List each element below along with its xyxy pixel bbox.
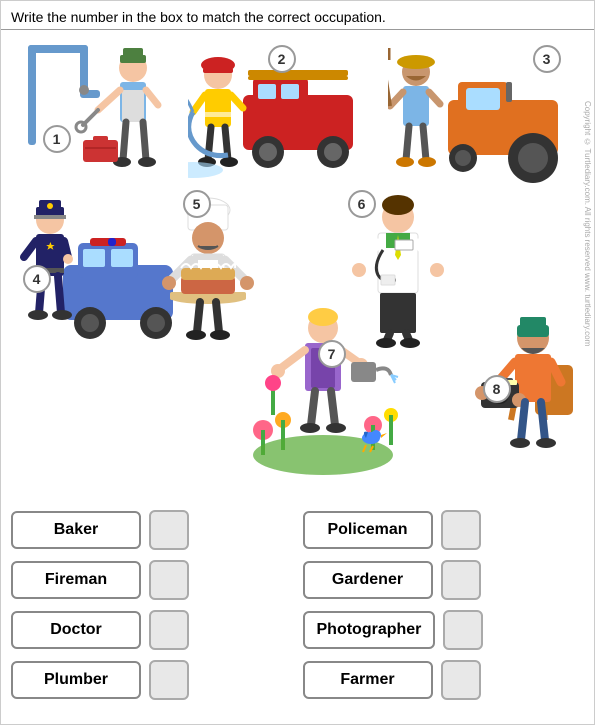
farmer-input[interactable] <box>441 660 481 700</box>
number-5: 5 <box>183 190 211 218</box>
figure-8: 8 <box>453 300 583 475</box>
answer-row-gardener: Gardener <box>303 560 585 600</box>
answer-row-baker: Baker <box>11 510 293 550</box>
watermark: Copyright © Turtlediary.com. All rights … <box>583 101 592 346</box>
plumber-label: Plumber <box>11 661 141 699</box>
answer-row-policeman: Policeman <box>303 510 585 550</box>
policeman-input[interactable] <box>441 510 481 550</box>
baker-label: Baker <box>11 511 141 549</box>
baker-input[interactable] <box>149 510 189 550</box>
answer-area: Baker Fireman Doctor Plumber Policeman <box>1 502 594 708</box>
figure-7: 7 <box>243 290 403 475</box>
answer-row-doctor: Doctor <box>11 610 293 650</box>
number-3: 3 <box>533 45 561 73</box>
number-2: 2 <box>268 45 296 73</box>
plumber-input[interactable] <box>149 660 189 700</box>
number-8: 8 <box>483 375 511 403</box>
photographer-label: Photographer <box>303 611 436 649</box>
number-7: 7 <box>318 340 346 368</box>
answer-row-fireman: Fireman <box>11 560 293 600</box>
photographer-input[interactable] <box>443 610 483 650</box>
answer-row-photographer: Photographer <box>303 610 585 650</box>
number-1: 1 <box>43 125 71 153</box>
figure-3: 3 <box>388 40 568 185</box>
illustration-area: 1 <box>13 30 583 500</box>
answer-row-plumber: Plumber <box>11 660 293 700</box>
fireman-label: Fireman <box>11 561 141 599</box>
fireman-input[interactable] <box>149 560 189 600</box>
instruction-text: Write the number in the box to match the… <box>1 1 594 30</box>
farmer-label: Farmer <box>303 661 433 699</box>
policeman-label: Policeman <box>303 511 433 549</box>
doctor-input[interactable] <box>149 610 189 650</box>
number-4: 4 <box>23 265 51 293</box>
left-answer-column: Baker Fireman Doctor Plumber <box>11 510 293 700</box>
right-answer-column: Policeman Gardener Photographer Farmer <box>303 510 585 700</box>
figure-2: 2 <box>188 40 363 185</box>
number-6: 6 <box>348 190 376 218</box>
gardener-input[interactable] <box>441 560 481 600</box>
gardener-label: Gardener <box>303 561 433 599</box>
doctor-label: Doctor <box>11 611 141 649</box>
page: Write the number in the box to match the… <box>0 0 595 725</box>
figure-1: 1 <box>23 40 178 185</box>
answer-row-farmer: Farmer <box>303 660 585 700</box>
